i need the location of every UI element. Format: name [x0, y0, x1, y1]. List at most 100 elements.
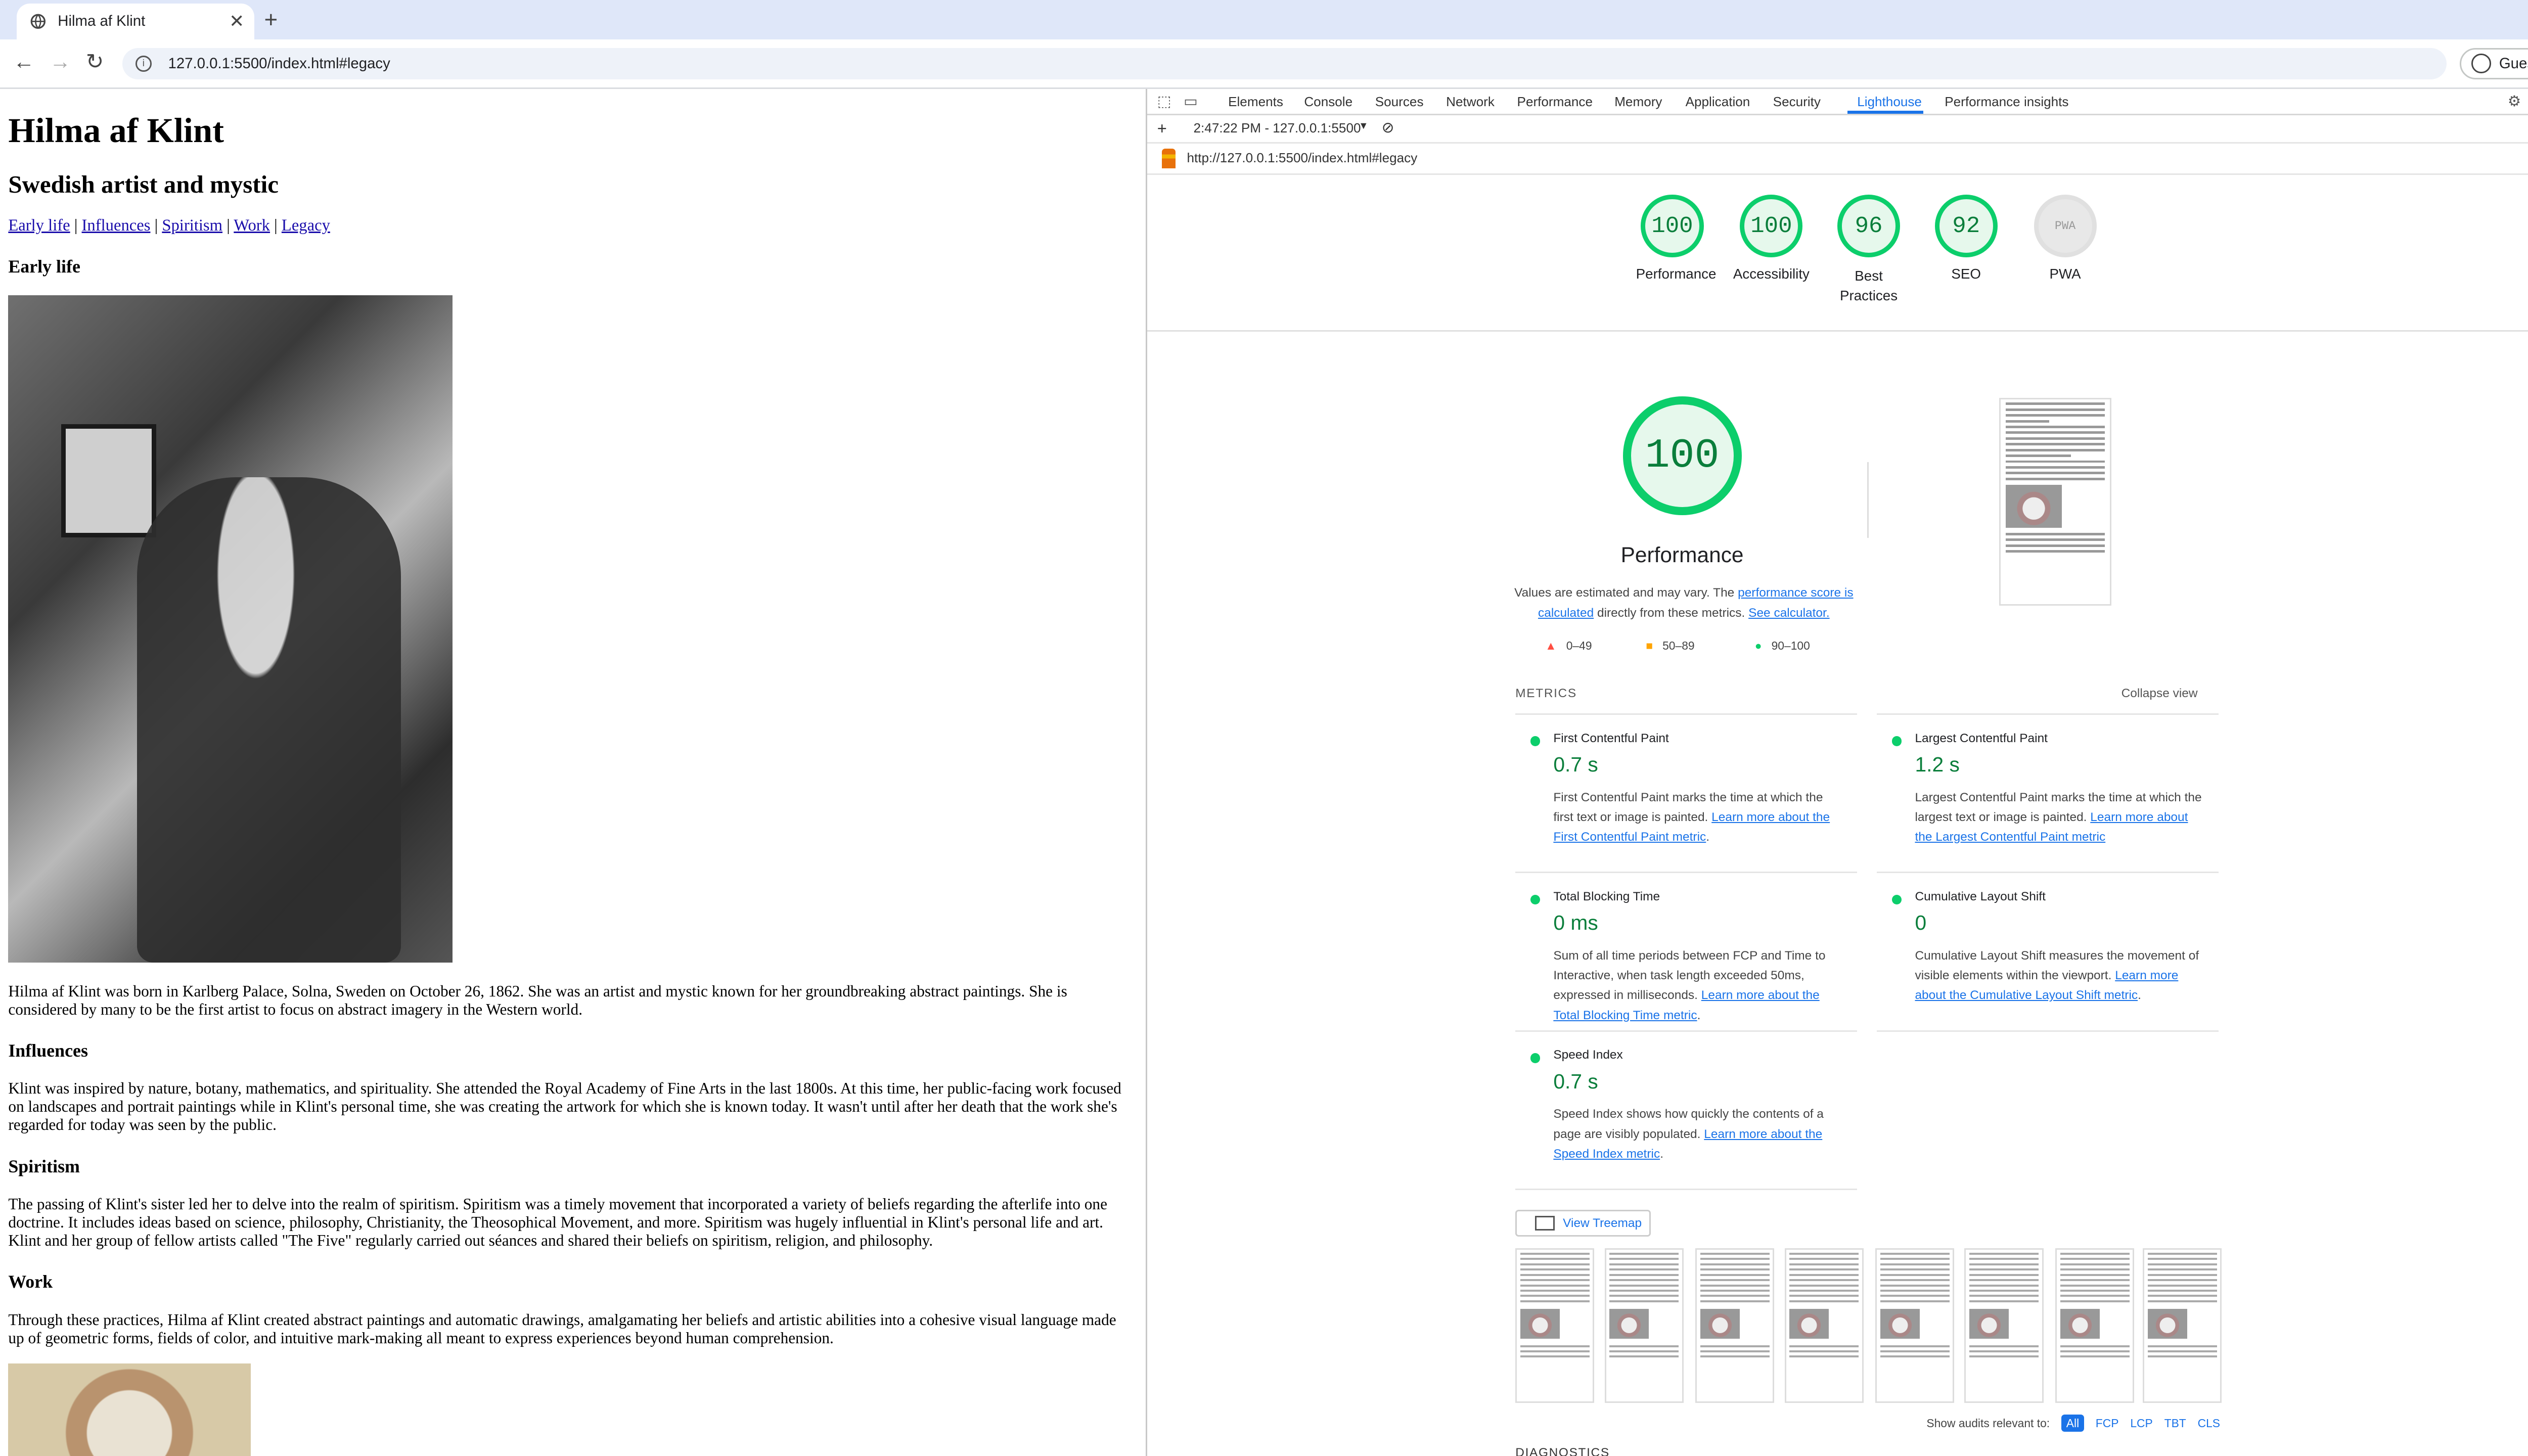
- browser-tab[interactable]: Hilma af Klint ✕: [16, 3, 254, 40]
- profile-button[interactable]: Guest: [2460, 48, 2528, 79]
- gauge-label: Performance: [1636, 265, 1717, 282]
- browser-toolbar: ← → ↻ i 127.0.0.1:5500/index.html#legacy…: [0, 39, 2528, 89]
- tab-elements[interactable]: Elements: [1228, 94, 1283, 110]
- section-nav: Early life | Influences | Spiritism | Wo…: [8, 216, 330, 235]
- spiritism-text: The passing of Klint's sister led her to…: [8, 1195, 1107, 1249]
- gauge-performance[interactable]: 100 Performance: [1636, 195, 1717, 282]
- see-calculator-link[interactable]: See calculator.: [1748, 606, 1830, 620]
- site-info-icon[interactable]: i: [135, 55, 152, 72]
- metric-name: Speed Index: [1553, 1048, 1623, 1062]
- circle-icon: ●: [1754, 639, 1762, 652]
- web-page: Hilma af Klint Swedish artist and mystic…: [0, 89, 1146, 1456]
- filmstrip-frame: [2143, 1248, 2222, 1403]
- metric-description: Cumulative Layout Shift measures the mov…: [1915, 948, 2199, 1003]
- gauge-ring: 100: [1641, 195, 1704, 258]
- lighthouse-icon: [1162, 148, 1176, 169]
- gauge-label: Best Practices: [1839, 267, 1898, 303]
- active-tab-indicator: [1847, 110, 1923, 114]
- metric-value: 0 ms: [1553, 911, 1598, 935]
- tab-network[interactable]: Network: [1446, 94, 1495, 110]
- nav-link-work[interactable]: Work: [234, 216, 270, 235]
- globe-icon: [30, 14, 46, 29]
- tab-lighthouse[interactable]: Lighthouse: [1857, 94, 1922, 110]
- pwa-badge: PWA: [2034, 195, 2097, 258]
- tab-memory[interactable]: Memory: [1614, 94, 1662, 110]
- metric-value: 0: [1915, 911, 1927, 935]
- tab-performance-insights[interactable]: Performance insights: [1945, 94, 2068, 110]
- close-tab-icon[interactable]: ✕: [229, 11, 244, 32]
- tab-strip: Hilma af Klint ✕ + ⌄: [0, 0, 2528, 40]
- report-selector[interactable]: 2:47:22 PM - 127.0.0.1:5500: [1194, 120, 1361, 136]
- gauge-ring: 96: [1837, 195, 1901, 258]
- nav-link-early-life[interactable]: Early life: [8, 216, 70, 235]
- portrait-photo: [8, 295, 453, 963]
- clear-icon[interactable]: ⊘: [1382, 119, 1394, 136]
- filter-all[interactable]: All: [2061, 1415, 2084, 1432]
- metric-value: 0.7 s: [1553, 1069, 1598, 1093]
- spiritism-heading: Spiritism: [8, 1156, 80, 1176]
- nav-link-spiritism[interactable]: Spiritism: [162, 216, 222, 235]
- filmstrip-frame: [1875, 1248, 1955, 1403]
- nav-link-legacy[interactable]: Legacy: [282, 216, 330, 235]
- tab-application[interactable]: Application: [1686, 94, 1750, 110]
- reload-icon[interactable]: ↻: [86, 50, 104, 74]
- tab-console[interactable]: Console: [1304, 94, 1352, 110]
- collapse-view-toggle[interactable]: Collapse view: [2121, 687, 2198, 701]
- divider: [1877, 872, 2219, 874]
- report-url-bar: http://127.0.0.1:5500/index.html#legacy …: [1147, 144, 2528, 175]
- view-treemap-button[interactable]: View Treemap: [1515, 1210, 1651, 1237]
- forward-icon[interactable]: →: [50, 50, 71, 74]
- nav-link-influences[interactable]: Influences: [82, 216, 151, 235]
- dropdown-arrow-icon[interactable]: ▼: [1359, 120, 1368, 132]
- inspect-element-icon[interactable]: ⬚: [1157, 93, 1171, 110]
- gauge-seo[interactable]: 92 SEO: [1930, 195, 2003, 282]
- tab-security[interactable]: Security: [1773, 94, 1821, 110]
- divider: [1515, 872, 1858, 874]
- gauge-accessibility[interactable]: 100 Accessibility: [1725, 195, 1818, 282]
- vertical-divider: [1867, 462, 1869, 538]
- filter-lcp[interactable]: LCP: [2130, 1417, 2152, 1430]
- tab-title: Hilma af Klint: [58, 13, 146, 30]
- metric-description: Largest Contentful Paint marks the time …: [1915, 790, 2202, 844]
- gauge-best-practices[interactable]: 96 Best Practices: [1827, 195, 1910, 305]
- gauge-pwa[interactable]: PWA PWA: [2029, 195, 2102, 282]
- pass-dot-icon: [1891, 894, 1902, 905]
- device-toolbar-icon[interactable]: ▭: [1184, 93, 1198, 110]
- filmstrip-frame: [1695, 1248, 1775, 1403]
- back-icon[interactable]: ←: [13, 50, 34, 74]
- address-bar[interactable]: i 127.0.0.1:5500/index.html#legacy: [122, 48, 2447, 79]
- gauge-ring: 92: [1934, 195, 1998, 258]
- legend-fail: ▲ 0–49: [1545, 639, 1592, 652]
- gauge-label: PWA: [2049, 265, 2081, 282]
- pass-dot-icon: [1530, 736, 1541, 746]
- filter-cls[interactable]: CLS: [2198, 1417, 2220, 1430]
- page-title: Hilma af Klint: [8, 111, 224, 150]
- tab-sources[interactable]: Sources: [1375, 94, 1424, 110]
- filmstrip-frame: [1964, 1248, 2044, 1403]
- treemap-icon: [1535, 1216, 1555, 1231]
- treemap-label: View Treemap: [1563, 1216, 1642, 1230]
- seated-figure: [137, 477, 401, 963]
- filter-tbt[interactable]: TBT: [2164, 1417, 2186, 1430]
- report-url: http://127.0.0.1:5500/index.html#legacy: [1187, 150, 1418, 166]
- tab-performance[interactable]: Performance: [1517, 94, 1593, 110]
- new-report-icon[interactable]: +: [1157, 119, 1167, 138]
- divider: [1515, 1030, 1858, 1032]
- new-tab-icon[interactable]: +: [264, 7, 278, 33]
- metrics-heading: METRICS: [1515, 687, 1577, 701]
- address-url: 127.0.0.1:5500/index.html#legacy: [168, 55, 390, 72]
- page-subtitle: Swedish artist and mystic: [8, 170, 279, 199]
- metric-description: Sum of all time periods between FCP and …: [1553, 948, 1826, 1022]
- final-screenshot[interactable]: [1999, 397, 2111, 606]
- filter-label: Show audits relevant to:: [1926, 1416, 2050, 1430]
- profile-label: Guest: [2499, 55, 2528, 72]
- gauge-label: Accessibility: [1733, 265, 1810, 282]
- lighthouse-toolbar: + 2:47:22 PM - 127.0.0.1:5500 ▼ ⊘: [1147, 116, 2528, 144]
- filter-fcp[interactable]: FCP: [2096, 1417, 2119, 1430]
- metric-name: Cumulative Layout Shift: [1915, 889, 2046, 903]
- settings-gear-icon[interactable]: ⚙: [2508, 93, 2521, 110]
- influences-heading: Influences: [8, 1040, 88, 1061]
- divider: [1147, 330, 2528, 332]
- filmstrip: [1515, 1248, 2222, 1403]
- avatar-icon: [2471, 54, 2491, 73]
